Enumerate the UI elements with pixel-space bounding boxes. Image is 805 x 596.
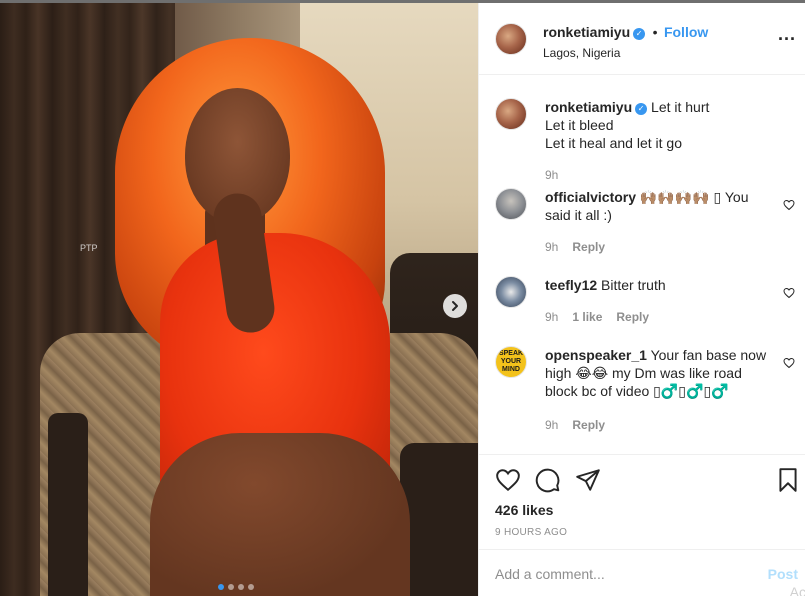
commenter-avatar[interactable] (495, 276, 527, 308)
comment-item: SPEAK YOUR MIND openspeaker_1 Your fan b… (495, 346, 795, 436)
comment-composer: Post Ac (479, 549, 805, 596)
post-actions: 426 likes 9 HOURS AGO (479, 454, 805, 549)
reply-button[interactable]: Reply (572, 418, 605, 432)
heart-icon[interactable] (783, 287, 795, 299)
comment-time[interactable]: 9h (545, 418, 558, 432)
commenter-avatar[interactable] (495, 188, 527, 220)
next-image-button[interactable] (443, 294, 467, 318)
caption-username[interactable]: ronketiamiyu (545, 99, 632, 115)
image-watermark: PTP (80, 243, 98, 253)
avatar-text: SPEAK YOUR MIND (498, 350, 524, 373)
commenter-username[interactable]: openspeaker_1 (545, 347, 647, 363)
caption-line: Let it bleed (545, 117, 614, 133)
post-side-panel: ronketiamiyu ✓ • Follow Lagos, Nigeria ..… (478, 3, 805, 596)
chair-arm-right (400, 443, 478, 596)
comment-text: openspeaker_1 Your fan base now high 😂😂 … (545, 346, 773, 400)
post-time[interactable]: 9 HOURS AGO (495, 527, 567, 538)
comment-text: teefly12 Bitter truth (545, 276, 773, 294)
like-heart-icon[interactable] (495, 467, 521, 493)
post-image[interactable]: PTP (0, 3, 478, 596)
author-username[interactable]: ronketiamiyu (543, 24, 630, 40)
share-icon[interactable] (575, 467, 601, 493)
comment-time[interactable]: 9h (545, 310, 558, 324)
verified-badge-icon: ✓ (633, 28, 646, 40)
header-info: ronketiamiyu ✓ • Follow Lagos, Nigeria (543, 24, 708, 60)
separator-dot: • (652, 24, 658, 40)
verified-badge-icon: ✓ (635, 103, 648, 115)
heart-icon[interactable] (783, 199, 795, 211)
commenter-avatar[interactable]: SPEAK YOUR MIND (495, 346, 527, 378)
comment-likes[interactable]: 1 like (572, 310, 602, 324)
caption-avatar[interactable] (495, 98, 527, 130)
chevron-right-icon (452, 301, 458, 311)
carousel-dots (218, 584, 254, 590)
commenter-username[interactable]: teefly12 (545, 277, 597, 293)
caption-text: ronketiamiyu ✓ Let it hurt Let it bleed L… (545, 98, 773, 152)
comment-time[interactable]: 9h (545, 240, 558, 254)
legs (150, 433, 410, 596)
overlay-text: Ac (789, 584, 805, 596)
more-options-icon[interactable]: ... (778, 25, 796, 43)
reply-button[interactable]: Reply (616, 310, 649, 324)
comment-text: officialvictory 🙌🏽🙌🏽🙌🏽🙌🏽 ▯ You said it a… (545, 188, 773, 224)
author-avatar[interactable] (495, 23, 527, 55)
heart-icon[interactable] (783, 357, 795, 369)
bookmark-icon[interactable] (775, 467, 801, 493)
caption-line: Let it heal and let it go (545, 135, 682, 151)
post-header: ronketiamiyu ✓ • Follow Lagos, Nigeria ..… (479, 3, 805, 75)
carousel-dot (238, 584, 244, 590)
caption-line: Let it hurt (651, 99, 710, 115)
commenter-username[interactable]: officialvictory (545, 189, 636, 205)
caption: ronketiamiyu ✓ Let it hurt Let it bleed L… (495, 98, 795, 188)
post-comment-button[interactable]: Post (768, 566, 798, 582)
comment-item: officialvictory 🙌🏽🙌🏽🙌🏽🙌🏽 ▯ You said it a… (495, 188, 795, 258)
comment-meta: 9h Reply (545, 240, 605, 254)
post-location[interactable]: Lagos, Nigeria (543, 46, 708, 60)
follow-button[interactable]: Follow (664, 24, 708, 40)
caption-time[interactable]: 9h (545, 168, 558, 182)
chair-arm-left (48, 413, 88, 596)
comment-meta: 9h 1 like Reply (545, 310, 649, 324)
reply-button[interactable]: Reply (572, 240, 605, 254)
carousel-dot (248, 584, 254, 590)
carousel-dot (228, 584, 234, 590)
comment-input[interactable] (495, 564, 745, 584)
comment-item: teefly12 Bitter truth 9h 1 like Reply (495, 276, 795, 336)
comment-icon[interactable] (535, 467, 561, 493)
likes-count[interactable]: 426 likes (495, 502, 553, 518)
comment-body: Bitter truth (601, 277, 666, 293)
carousel-dot (218, 584, 224, 590)
comment-meta: 9h Reply (545, 418, 605, 432)
caption-meta: 9h (545, 168, 558, 182)
